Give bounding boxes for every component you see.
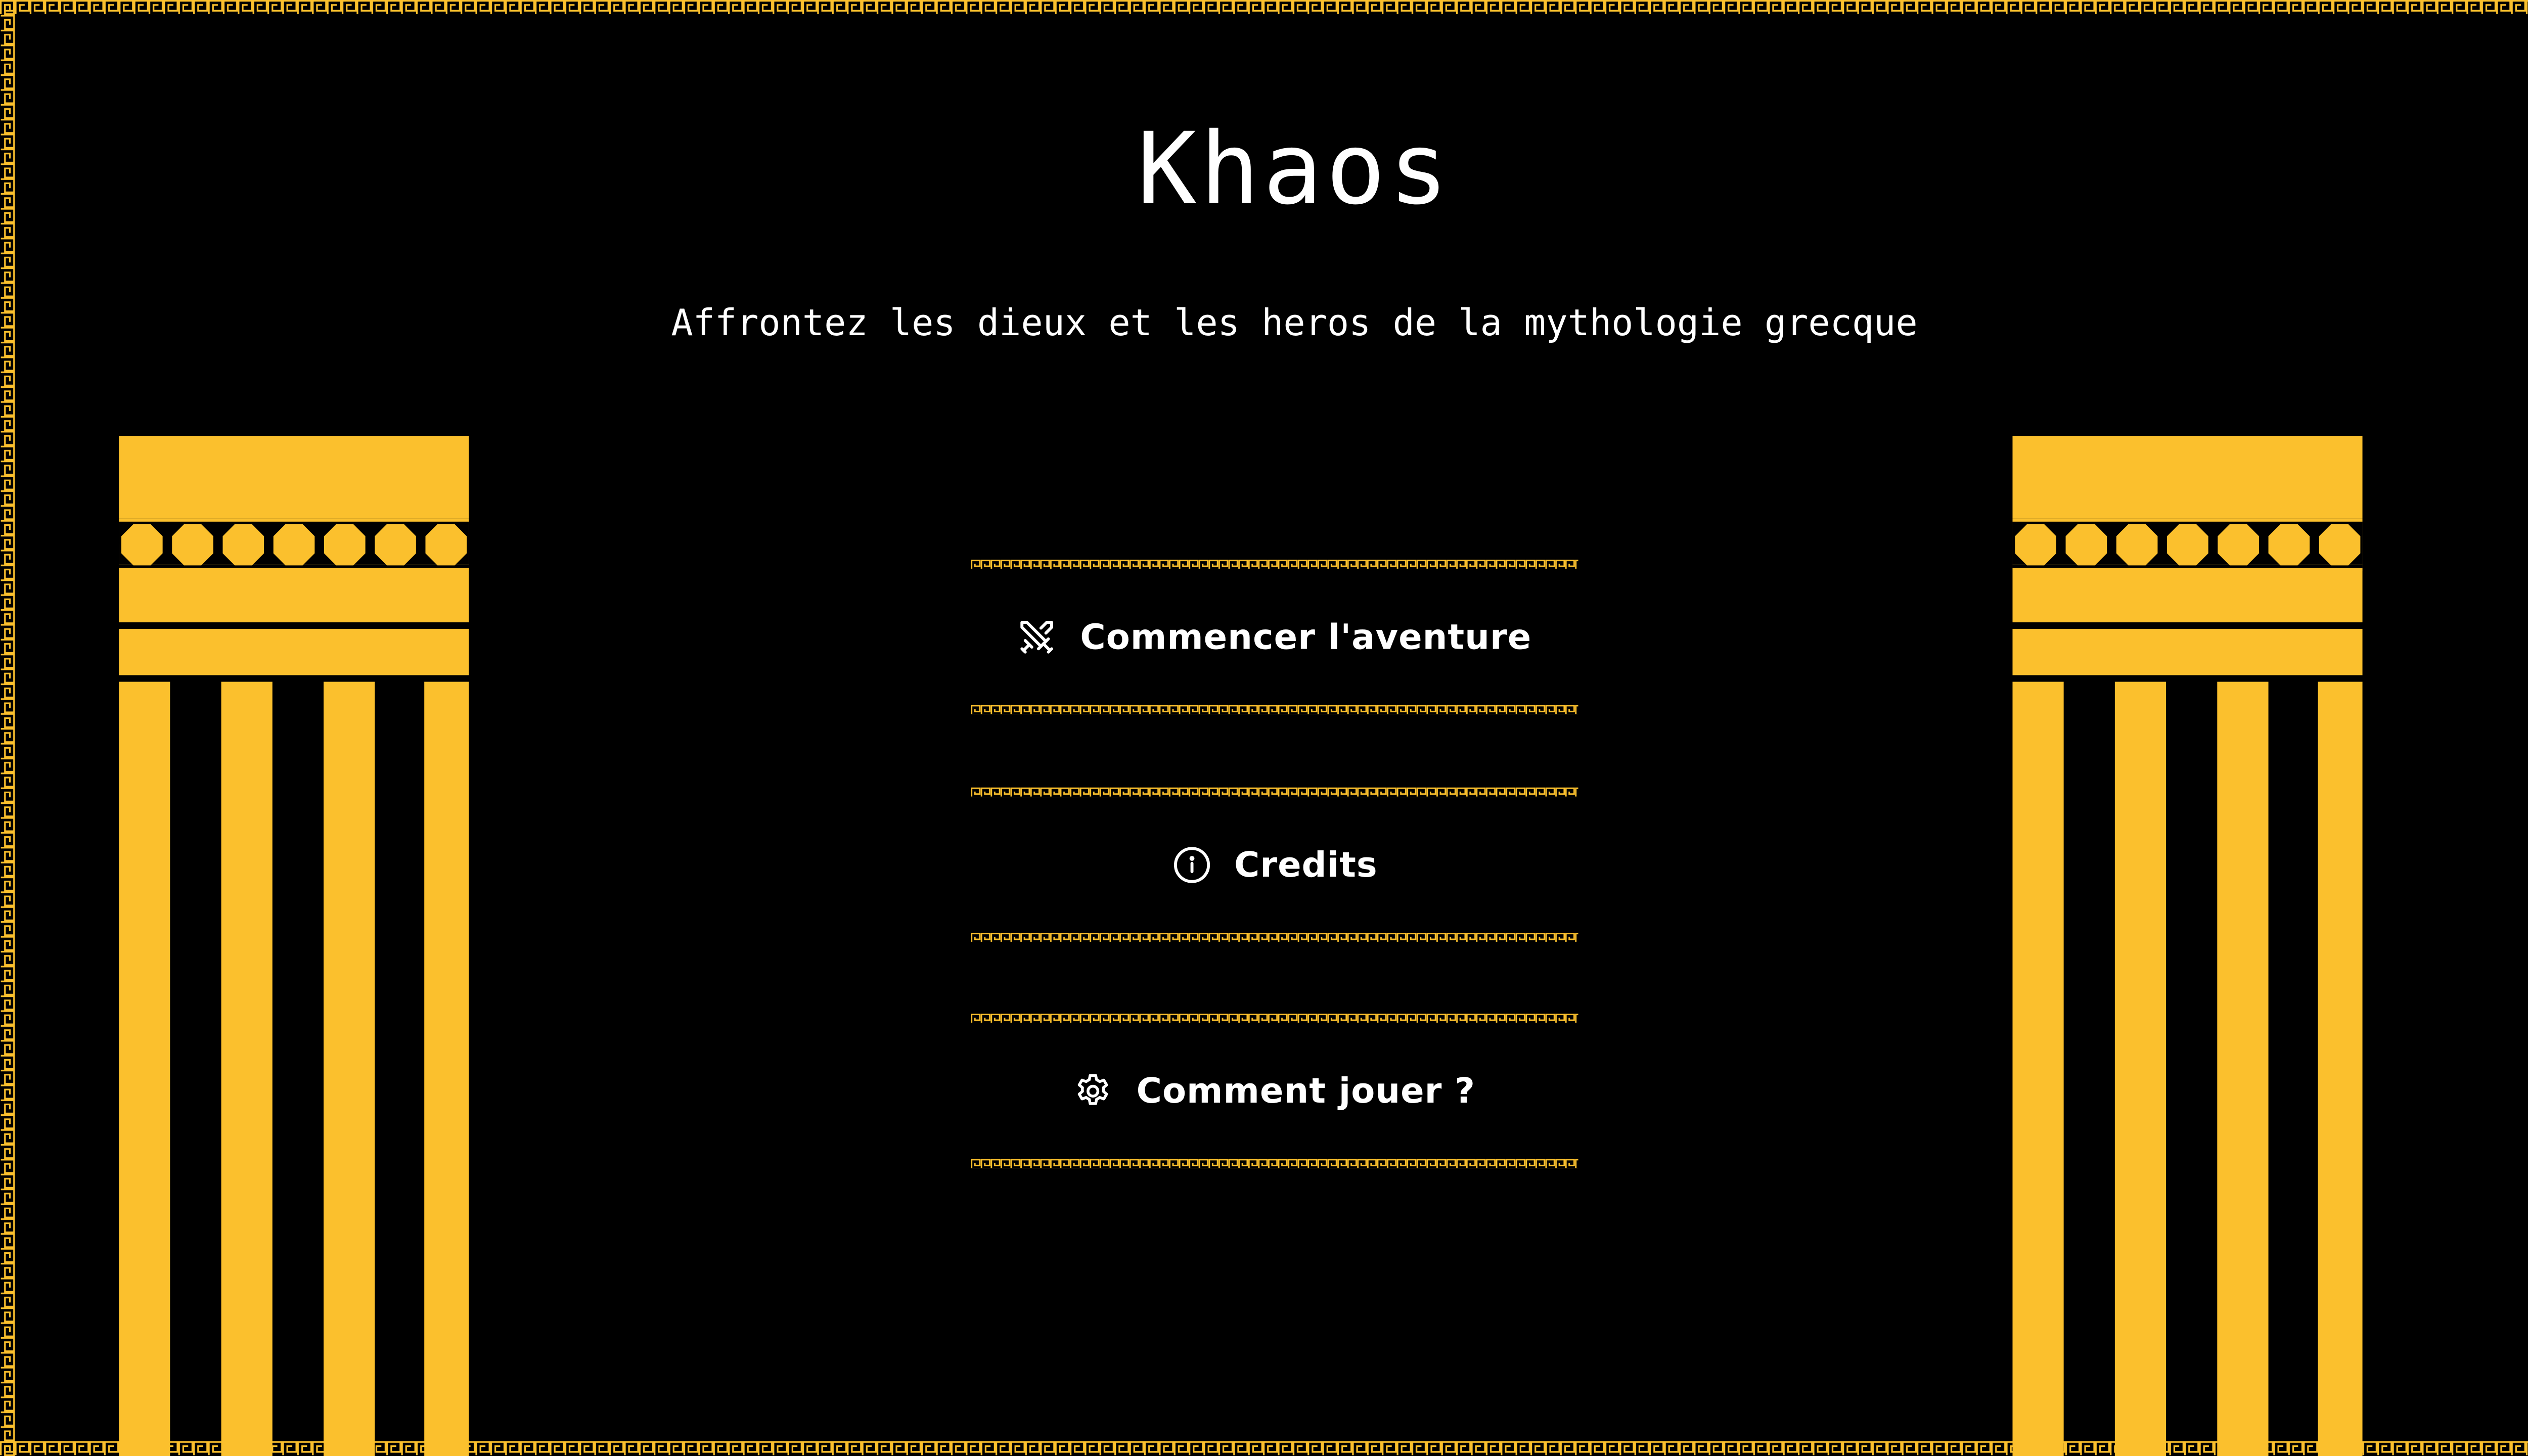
column-ornament bbox=[2116, 524, 2158, 566]
game-subtitle: Affrontez les dieux et les heros de la m… bbox=[671, 303, 1918, 345]
column-ornament bbox=[172, 524, 213, 566]
greek-key-divider bbox=[971, 932, 1578, 943]
how-to-play-button[interactable]: Comment jouer ? bbox=[971, 1013, 1578, 1169]
column-ornament bbox=[273, 524, 315, 566]
column-ornament bbox=[2065, 524, 2107, 566]
greek-key-divider bbox=[971, 1159, 1578, 1169]
menu-item-content: Commencer l'aventure bbox=[971, 570, 1578, 705]
column-ornament bbox=[121, 524, 163, 566]
gear-icon bbox=[1074, 1071, 1113, 1111]
credits-label: Credits bbox=[1234, 845, 1378, 885]
column-ornament bbox=[425, 524, 467, 566]
greek-column-right-icon bbox=[2012, 436, 2363, 1456]
column-ornament bbox=[375, 524, 416, 566]
greek-key-divider bbox=[971, 559, 1578, 570]
how-to-play-label: Comment jouer ? bbox=[1136, 1071, 1476, 1111]
column-ornament bbox=[324, 524, 366, 566]
column-ornament bbox=[2319, 524, 2361, 566]
greek-key-divider bbox=[971, 705, 1578, 715]
column-ornament bbox=[222, 524, 264, 566]
greek-key-divider bbox=[971, 787, 1578, 798]
greek-column-left-icon bbox=[119, 436, 469, 1456]
main-menu-screen: Khaos Affrontez les dieux et les heros d… bbox=[0, 0, 2528, 1456]
column-ornament bbox=[2218, 524, 2259, 566]
info-icon bbox=[1171, 845, 1211, 885]
game-title: Khaos bbox=[1137, 112, 1452, 228]
greek-key-border-top bbox=[0, 0, 2528, 15]
column-ornament bbox=[2015, 524, 2056, 566]
menu-item-content: Credits bbox=[971, 797, 1578, 933]
crossed-swords-icon bbox=[1017, 617, 1057, 657]
greek-key-divider bbox=[971, 1013, 1578, 1024]
credits-button[interactable]: Credits bbox=[971, 787, 1578, 943]
menu-item-content: Comment jouer ? bbox=[971, 1023, 1578, 1159]
start-adventure-label: Commencer l'aventure bbox=[1080, 617, 1532, 657]
column-ornament bbox=[2167, 524, 2208, 566]
start-adventure-button[interactable]: Commencer l'aventure bbox=[971, 559, 1578, 715]
column-ornament bbox=[2268, 524, 2310, 566]
